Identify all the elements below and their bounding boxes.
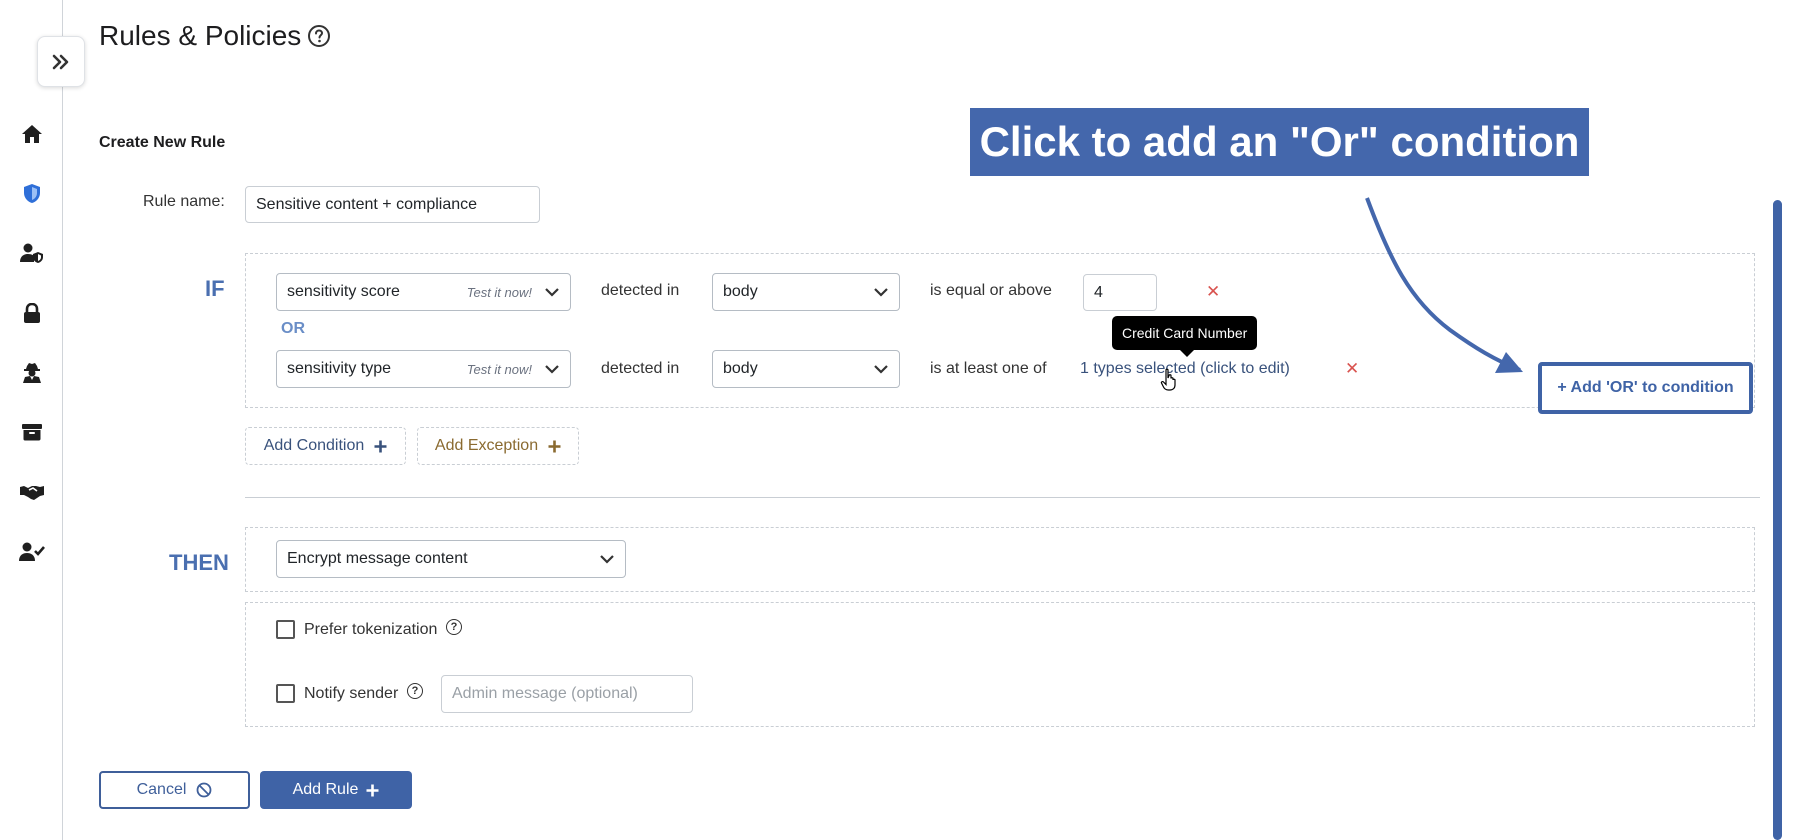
prefer-tokenization-help-icon[interactable]: ? [446,619,462,635]
scrollbar-thumb[interactable] [1773,200,1782,840]
sidebar-item-user-approval[interactable] [16,536,48,568]
shield-icon [24,183,40,203]
tooltip-text: Credit Card Number [1122,325,1248,341]
then-label: THEN [169,550,229,575]
page-title: Rules & Policies [99,20,331,52]
sidebar-item-protection[interactable] [16,177,48,209]
add-rule-label: Add Rule [292,781,359,798]
sidebar-item-home[interactable] [16,118,48,150]
rule-name-input[interactable]: Sensitive content + compliance [245,186,540,223]
condition-1-value: 4 [1094,283,1103,301]
add-or-to-condition-button[interactable]: + Add 'OR' to condition [1538,362,1753,414]
user-check-icon [19,542,45,561]
add-or-label: + Add 'OR' to condition [1557,379,1734,396]
condition-1-value-input[interactable]: 4 [1083,274,1157,311]
sidebar-item-users[interactable] [16,237,48,269]
chevron-down-icon [545,288,559,297]
rule-name-label: Rule name: [143,193,225,210]
section-title: Create New Rule [99,134,226,151]
user-shield-icon [20,243,43,263]
sensitivity-types-link[interactable]: 1 types selected (click to edit) [1080,360,1290,378]
sidebar-item-anonymity[interactable] [16,356,48,388]
condition-2-field-select[interactable]: sensitivity type Test it now! [276,350,571,388]
cancel-button[interactable]: Cancel [99,771,250,809]
question-circle-icon[interactable] [307,24,331,48]
add-condition-label: Add Condition [263,437,365,454]
home-icon [22,125,42,143]
lock-icon [24,302,40,323]
plus-icon [374,440,387,452]
sidebar-item-partners[interactable] [16,476,48,508]
tutorial-arrow-icon [1365,197,1523,373]
condition-1-location-value: body [723,283,758,300]
condition-2-location-value: body [723,360,758,377]
or-label: OR [281,320,305,337]
sidebar-toggle-button[interactable] [37,36,85,87]
notify-sender-help-icon[interactable]: ? [407,683,423,699]
double-chevron-right-icon [52,54,69,69]
condition-2-location-select[interactable]: body [712,350,900,388]
divider [245,497,1760,498]
hand-cursor-icon [1160,368,1176,391]
tooltip: Credit Card Number [1112,316,1258,357]
condition-2-operator-label: is at least one of [930,360,1047,377]
user-secret-icon [23,362,41,383]
condition-2-test-link[interactable]: Test it now! [467,362,532,377]
condition-1-operator-label: is equal or above [930,282,1052,299]
admin-message-placeholder: Admin message (optional) [452,685,638,702]
tutorial-callout: Click to add an "Or" condition [970,108,1589,176]
sidebar-item-archive[interactable] [16,416,48,448]
condition-1-test-link[interactable]: Test it now! [467,285,532,300]
condition-2-field-value: sensitivity type [287,360,392,377]
add-rule-button[interactable]: Add Rule [260,771,412,809]
condition-1-location-select[interactable]: body [712,273,900,311]
sidebar-item-security[interactable] [16,297,48,329]
plus-icon [548,440,561,452]
page-title-text: Rules & Policies [99,20,302,51]
add-exception-button[interactable]: Add Exception [417,427,579,465]
rule-name-value: Sensitive content + compliance [256,195,478,213]
chevron-down-icon [874,288,888,297]
condition-1-remove-button[interactable]: ✕ [1206,283,1220,300]
condition-1-field-value: sensitivity score [287,283,400,300]
archive-icon [22,424,42,441]
add-condition-button[interactable]: Add Condition [245,427,406,465]
notify-sender-label: Notify sender [304,685,399,702]
cancel-label: Cancel [136,781,187,798]
chevron-down-icon [545,365,559,374]
handshake-icon [20,486,44,500]
action-value: Encrypt message content [287,550,468,567]
action-select[interactable]: Encrypt message content [276,540,626,578]
callout-text: Click to add an "Or" condition [979,118,1580,165]
condition-1-field-select[interactable]: sensitivity score Test it now! [276,273,571,311]
plus-icon [366,784,379,796]
chevron-down-icon [874,365,888,374]
add-exception-label: Add Exception [434,437,539,454]
ban-icon [197,782,212,798]
if-label: IF [205,276,225,301]
prefer-tokenization-checkbox[interactable] [276,620,295,639]
prefer-tokenization-label: Prefer tokenization [304,621,438,638]
condition-2-detected-in-label: detected in [601,360,680,377]
condition-1-detected-in-label: detected in [601,282,680,299]
notify-sender-checkbox[interactable] [276,684,295,703]
admin-message-input[interactable]: Admin message (optional) [441,675,693,713]
chevron-down-icon [600,555,614,564]
